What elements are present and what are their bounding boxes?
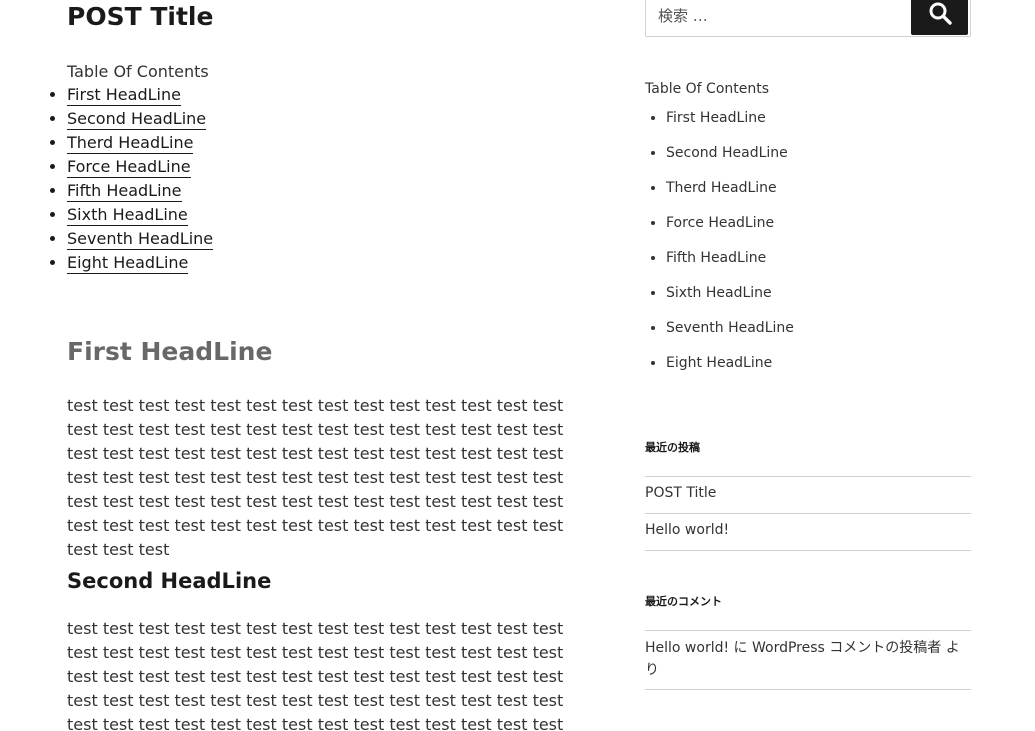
divider bbox=[645, 630, 971, 631]
divider bbox=[645, 550, 971, 551]
sidebar-toc-list: First HeadLine Second HeadLine Therd Hea… bbox=[645, 108, 794, 388]
post-title: POST Title bbox=[67, 2, 214, 31]
toc-item: Force HeadLine bbox=[67, 156, 213, 180]
toc-item: Second HeadLine bbox=[67, 108, 213, 132]
toc-item: Seventh HeadLine bbox=[67, 228, 214, 252]
recent-posts-title: 最近の投稿 bbox=[645, 441, 700, 454]
search-input[interactable]: 検索 … bbox=[658, 5, 708, 26]
toc-link-eighth[interactable]: Eight HeadLine bbox=[67, 253, 189, 274]
search-form: 検索 … bbox=[645, 0, 971, 37]
sidebar-toc-item[interactable]: Sixth HeadLine bbox=[666, 283, 794, 318]
toc-item: Fifth HeadLine bbox=[67, 180, 213, 204]
sidebar-toc-item[interactable]: Eight HeadLine bbox=[666, 353, 794, 388]
toc-heading: Table Of Contents bbox=[67, 62, 209, 81]
sidebar-toc-item[interactable]: Fifth HeadLine bbox=[666, 248, 794, 283]
divider bbox=[645, 689, 971, 690]
sidebar-toc-heading: Table Of Contents bbox=[645, 81, 770, 97]
search-button[interactable] bbox=[911, 0, 968, 35]
recent-post-link[interactable]: Hello world! bbox=[645, 522, 729, 538]
toc-item: Eight HeadLine bbox=[67, 252, 213, 276]
sidebar-toc-item[interactable]: Force HeadLine bbox=[666, 213, 794, 248]
toc-item: Sixth HeadLine bbox=[67, 204, 213, 228]
sidebar-toc-item[interactable]: Seventh HeadLine bbox=[666, 318, 794, 353]
toc-item: First HeadLine bbox=[67, 84, 213, 108]
toc-link-first[interactable]: First HeadLine bbox=[67, 85, 181, 106]
toc-link-fourth[interactable]: Force HeadLine bbox=[67, 157, 191, 178]
recent-comment-item[interactable]: Hello world! に WordPress コメントの投稿者 より bbox=[645, 637, 965, 681]
page: POST Title Table Of Contents First HeadL… bbox=[0, 0, 1035, 731]
section-body-first: test test test test test test test test … bbox=[67, 396, 564, 559]
toc-link-second[interactable]: Second HeadLine bbox=[67, 109, 207, 130]
divider bbox=[645, 513, 971, 514]
toc-list: First HeadLine Second HeadLine Therd Hea… bbox=[67, 84, 214, 276]
recent-comments-title: 最近のコメント bbox=[645, 595, 722, 608]
section-heading-first: First HeadLine bbox=[67, 337, 273, 366]
toc-link-fifth[interactable]: Fifth HeadLine bbox=[67, 181, 182, 202]
toc-link-sixth[interactable]: Sixth HeadLine bbox=[67, 205, 188, 226]
search-icon bbox=[929, 2, 952, 25]
toc-link-third[interactable]: Therd HeadLine bbox=[67, 133, 194, 154]
sidebar-toc-item[interactable]: Therd HeadLine bbox=[666, 178, 794, 213]
divider bbox=[645, 476, 971, 477]
toc-item: Therd HeadLine bbox=[67, 132, 213, 156]
recent-post-link[interactable]: POST Title bbox=[645, 485, 716, 501]
section-heading-second: Second HeadLine bbox=[67, 569, 272, 593]
toc-link-seventh[interactable]: Seventh HeadLine bbox=[67, 229, 214, 250]
sidebar-toc-item[interactable]: Second HeadLine bbox=[666, 143, 794, 178]
section-body-second: test test test test test test test test … bbox=[67, 619, 564, 731]
sidebar-toc-item[interactable]: First HeadLine bbox=[666, 108, 794, 143]
